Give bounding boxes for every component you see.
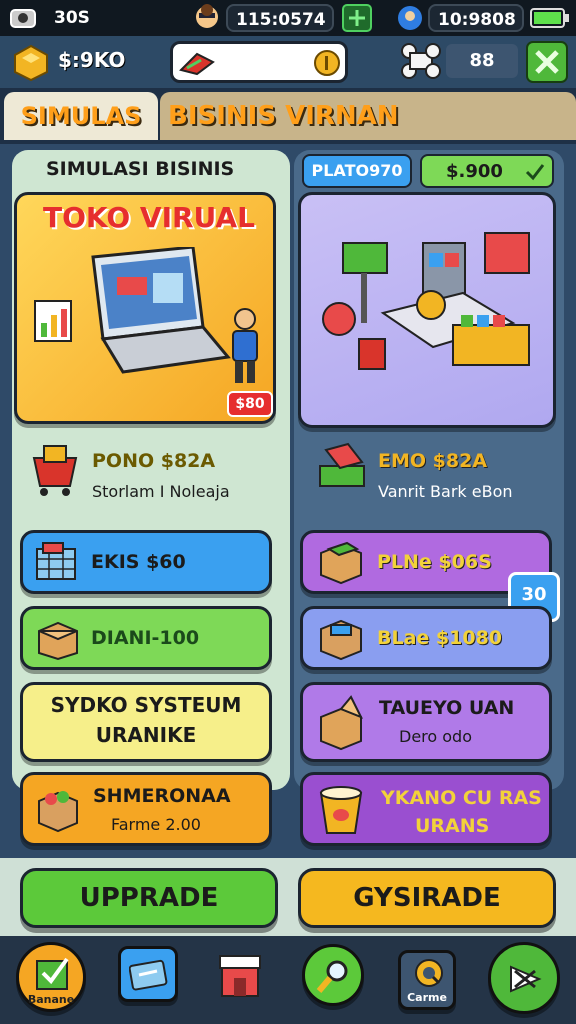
main-area: SIMULASI BISINIS TOKO VIRUAL $80 PONO $8… [0,144,576,858]
gold-cube-icon [12,44,50,82]
store-banner[interactable] [298,192,556,428]
tabs-bar: SIMULAS BISINIS VIRNAN [0,88,576,144]
money-label: $:9KO [58,48,126,72]
left-card-sydko[interactable]: SYDKO SYSTEUM URANIKE [20,682,272,762]
nav-game-label: Carme [407,991,447,1004]
bottom-nav: Banane Carme [0,936,576,1024]
right-card-label: BLae $1080 [377,627,503,649]
bucket-icon [317,783,365,837]
search-icon [315,957,353,995]
avatar-icon [194,4,220,32]
right-card-taueyo[interactable]: TAUEYO UAN Dero odo [300,682,552,762]
open-box-icon [317,695,365,751]
chip-green-label: $.900 [446,161,503,182]
right-card-label: TAUEYO UAN [379,697,515,719]
check-icon [33,953,73,993]
left-card-ekis[interactable]: EKIS $60 [20,530,272,594]
toko-virual-banner[interactable]: TOKO VIRUAL $80 [14,192,276,424]
tab-bisinis-virnan[interactable]: BISINIS VIRNAN [160,92,576,140]
box-icon [35,617,81,661]
badge-count: 88 [446,44,518,78]
check-icon [524,162,546,182]
chart-board-icon [33,299,73,349]
status-left-value: 30S [54,8,90,28]
chip-green[interactable]: $.900 [420,154,554,188]
left-card-label: EKIS $60 [91,551,186,573]
bone-icon [400,40,442,82]
coin-icon[interactable] [313,49,341,77]
cards-icon [129,957,169,993]
arrow-right-icon [505,959,545,999]
nav-home[interactable]: Banane [16,942,86,1012]
crate-icon [317,539,365,585]
nav-game[interactable]: Carme [398,950,456,1010]
left-card-label: DIANI-100 [91,627,200,649]
right-card-line1: YKANO CU RAS [381,787,542,809]
globe-icon [396,4,424,32]
right-card-line2: URANS [415,815,490,837]
left-card-diani[interactable]: DIANI-100 [20,606,272,670]
plus-icon[interactable] [342,4,372,32]
shop-icon[interactable] [216,948,264,1000]
right-card-ykano[interactable]: YKANO CU RAS URANS [300,772,552,846]
nav-cards[interactable] [118,946,178,1002]
chip-blue[interactable]: PLATO970 [302,154,412,188]
status-time: 115:0574 [226,4,334,32]
cart-icon [30,444,82,498]
left-info-label: PONO $82A [92,450,216,472]
market-stall-icon [313,223,543,403]
battery-icon [530,4,570,32]
person-icon [225,307,265,387]
search-input[interactable] [170,41,348,83]
status-bar: 30S 115:0574 10:9808 [0,0,576,36]
right-card-blae[interactable]: BLae $1080 [300,606,552,670]
status-right-value: 10:9808 [428,4,524,32]
section-title: SIMULASI BISINIS [46,158,235,180]
right-info-label: EMO $82A [378,450,488,472]
banner-title: TOKO VIRUAL [43,201,255,234]
tab-simulas[interactable]: SIMULAS [4,92,158,140]
close-icon[interactable] [526,41,568,83]
left-card-shmeronaa[interactable]: SHMERONAA Farme 2.00 [20,772,272,846]
right-info-sub: Vanrit Bark eBon [378,482,513,501]
fruit-box-icon [35,785,81,833]
banner-badge: $80 [227,391,273,417]
cash-icon [316,442,368,492]
upgrade-button[interactable]: UPPRADE [20,868,278,928]
laptop-icon [73,247,233,387]
q-badge-icon [411,957,447,989]
gysirade-button[interactable]: GYSIRADE [298,868,556,928]
left-card-line2: URANIKE [95,723,197,747]
nav-home-label: Banane [27,993,75,1006]
nav-next[interactable] [488,942,560,1014]
right-card-label: PLNe $06S [377,551,492,573]
left-card-label: SHMERONAA [93,785,231,807]
left-info-sub: Storlam I Noleaja [92,482,230,501]
nav-search[interactable] [302,944,364,1006]
basket-icon [33,541,79,583]
right-card-sub: Dero odo [399,727,472,746]
left-card-line1: SYDKO SYSTEUM [50,693,242,717]
camera-icon [8,4,42,32]
flag-icon [177,50,217,78]
package-icon [317,615,365,661]
left-card-sub: Farme 2.00 [111,815,201,834]
top-bar: $:9KO 88 [0,36,576,88]
